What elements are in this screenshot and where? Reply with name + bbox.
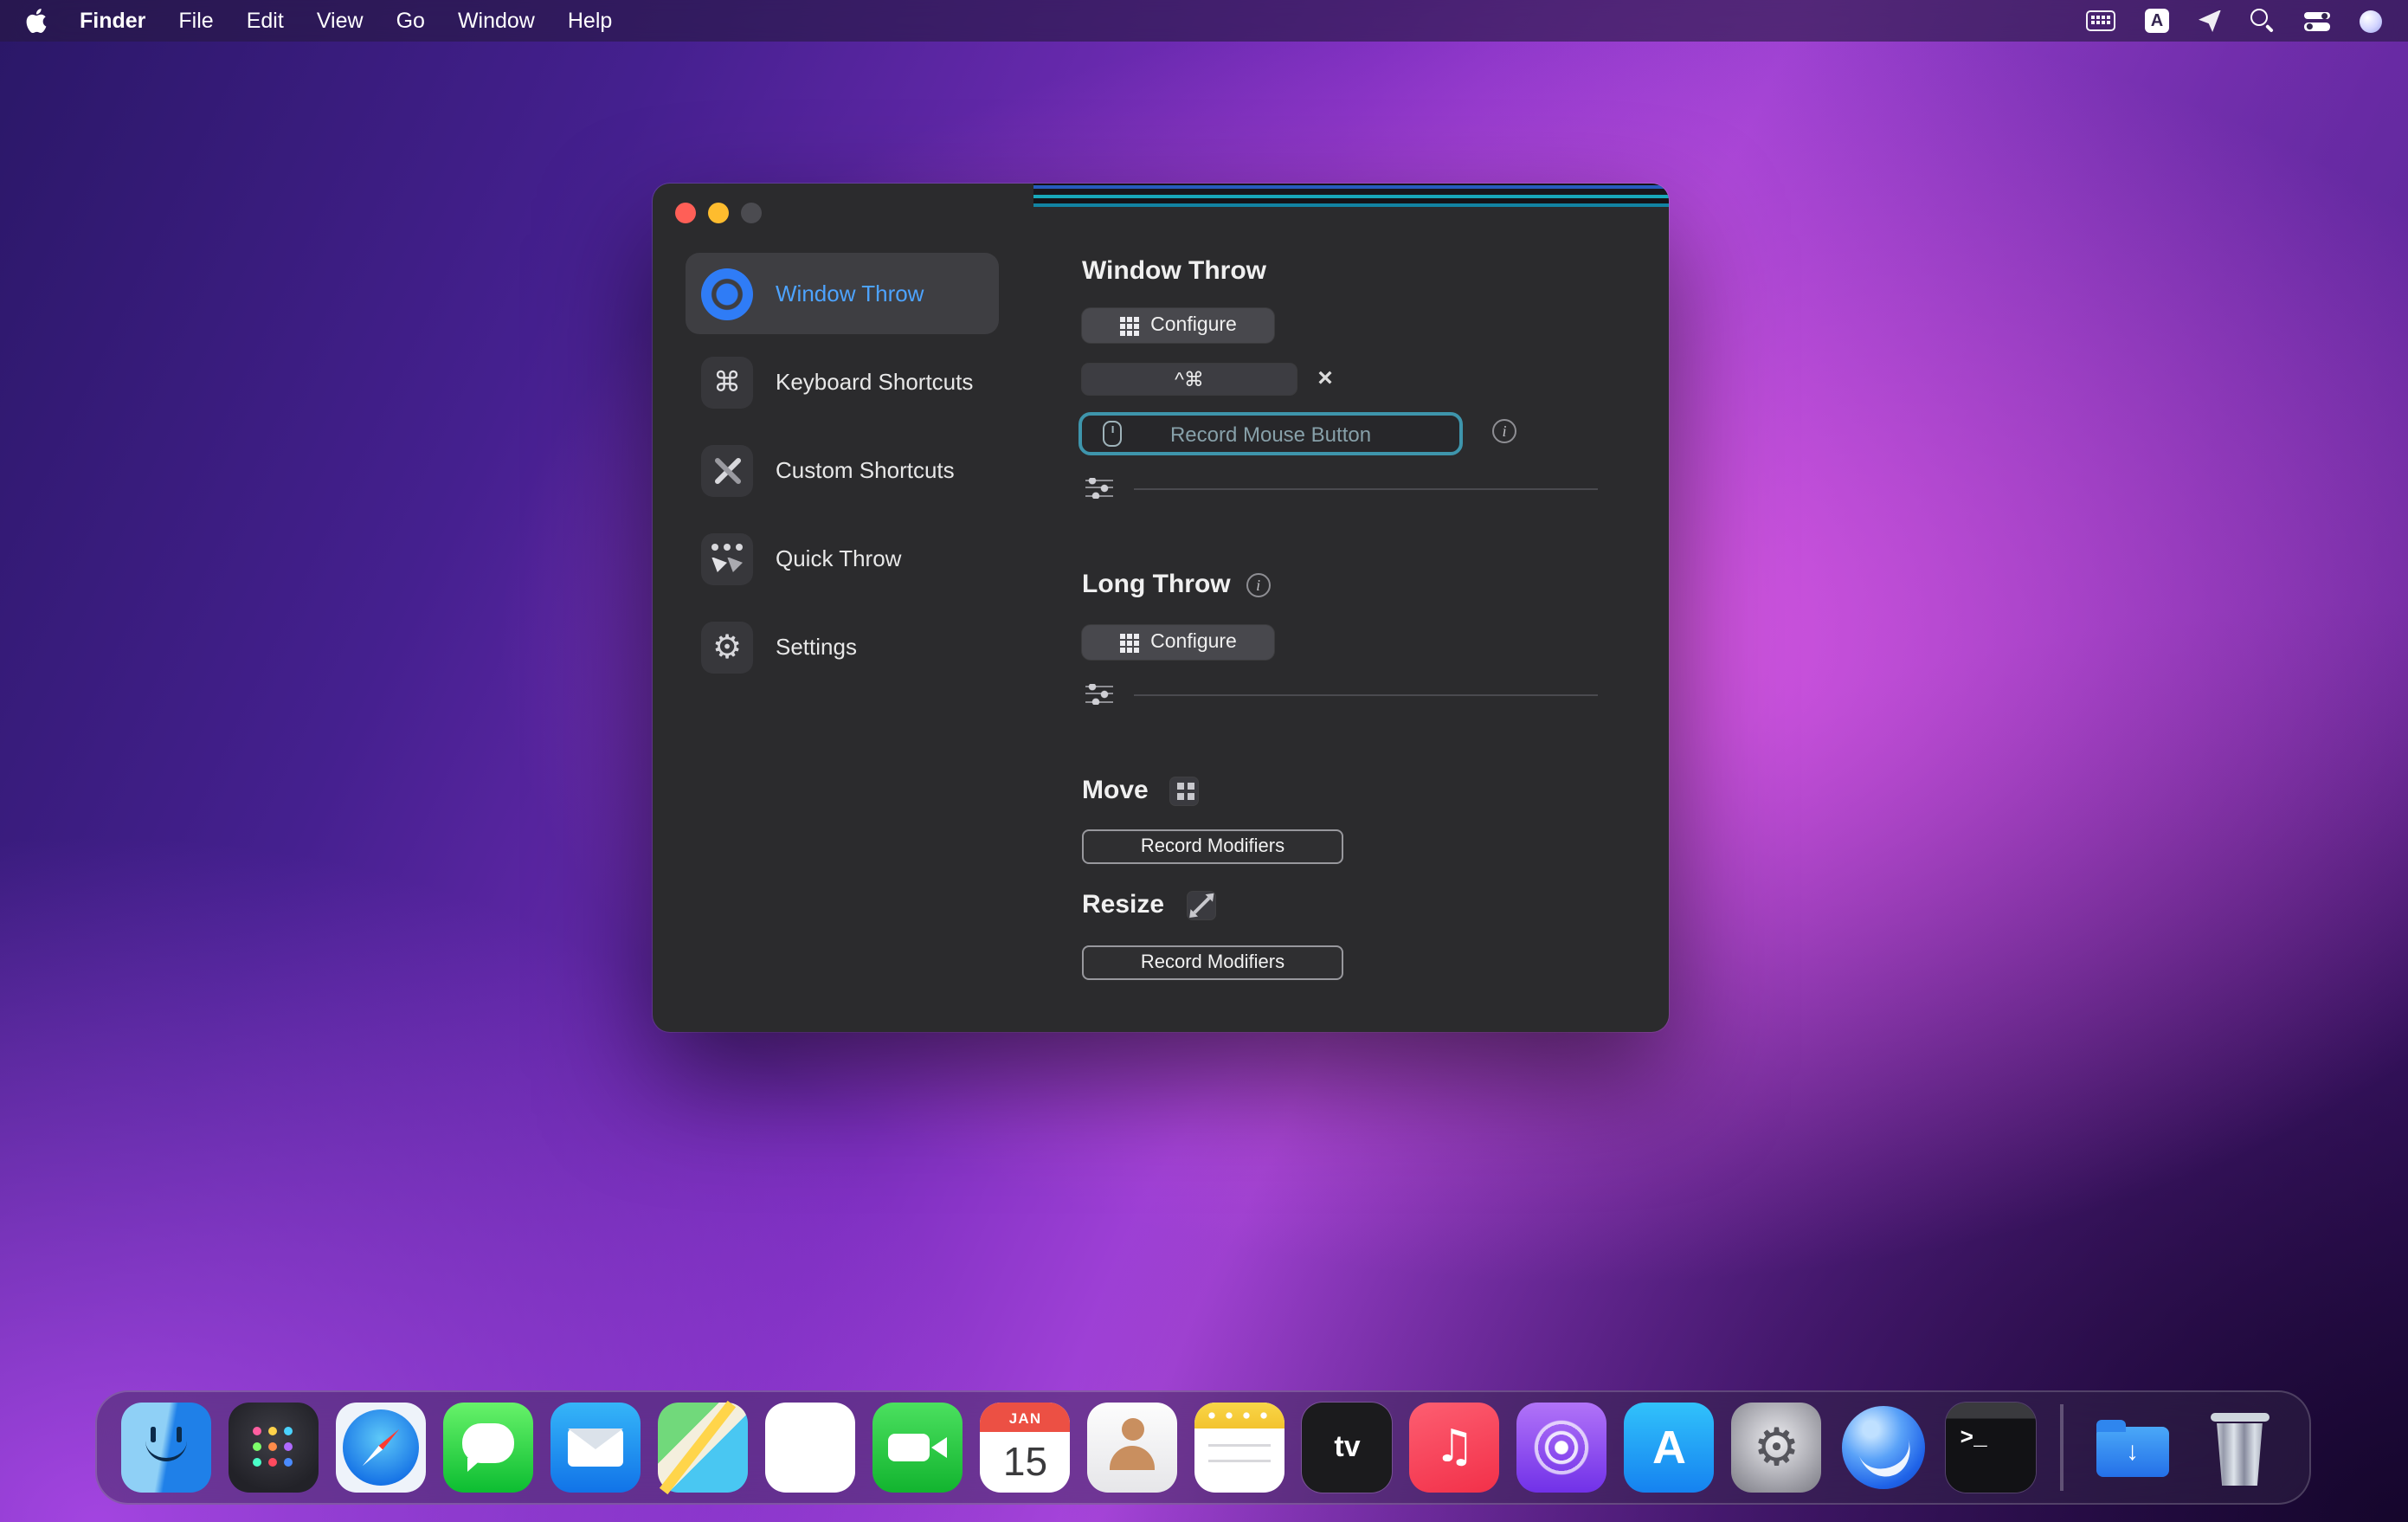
menu-edit[interactable]: Edit [247,9,284,33]
quad-dots [1177,783,1184,790]
zoom-button[interactable] [741,203,762,223]
sidebar-item-label: Settings [776,634,857,660]
menu-window[interactable]: Window [458,9,535,33]
grid-icon [1119,633,1138,652]
dock-calendar-icon[interactable]: JAN 15 [981,1403,1071,1493]
sidebar-item-label: Quick Throw [776,545,901,571]
sidebar-item-quick-throw[interactable]: Quick Throw [686,518,999,599]
target-circle-icon [701,268,753,319]
diagonal-arrow [1192,896,1208,913]
dock-terminal-icon[interactable]: >_ [1947,1403,2037,1493]
menu-file[interactable]: File [178,9,213,33]
input-source-icon[interactable]: A [2145,9,2169,33]
dots-decoration [711,543,718,550]
mouse-icon [1103,421,1122,447]
window-throw-title: Window Throw [1082,256,1266,286]
dock-trash-icon[interactable] [2195,1403,2285,1493]
tv-icon-text: tv [1303,1403,1393,1493]
desktop-wallpaper: Finder File Edit View Go Window Help A W… [0,0,2408,1522]
section-divider [1134,693,1598,695]
dock-separator [2061,1404,2064,1491]
menu-extra-icon[interactable] [2199,10,2221,32]
move-record-modifiers-button[interactable]: Record Modifiers [1082,829,1343,864]
quick-throw-icon [701,532,753,584]
dock-photos-icon[interactable] [766,1403,856,1493]
siri-icon[interactable] [2360,10,2382,32]
resize-record-modifiers-button[interactable]: Record Modifiers [1082,945,1343,980]
dock-window-manager-app-icon[interactable] [1839,1403,1929,1493]
calendar-day-label: 15 [981,1432,1071,1493]
sidebar-item-keyboard-shortcuts[interactable]: Keyboard Shortcuts [686,341,999,422]
window-throw-shortcut-field[interactable]: ^⌘ [1082,364,1297,395]
cursor-arrow-1 [711,557,727,572]
dock-app-store-icon[interactable]: A [1625,1403,1715,1493]
options-sliders-icon[interactable] [1085,478,1113,499]
keyboard-icon[interactable] [2086,10,2115,31]
dock-maps-icon[interactable] [659,1403,749,1493]
configure-button-label: Configure [1150,315,1237,336]
resize-label: Resize [1082,890,1164,919]
control-center-icon[interactable] [2304,11,2330,30]
dock-music-icon[interactable] [1410,1403,1500,1493]
record-mouse-info-icon[interactable] [1492,419,1516,443]
apple-menu-icon[interactable] [26,9,47,33]
app-window: Window Throw Keyboard Shortcuts Custom S… [653,184,1669,1032]
dock-safari-icon[interactable] [337,1403,427,1493]
long-throw-info-icon[interactable] [1246,572,1271,597]
grid-dots [1119,633,1124,638]
sidebar-item-custom-shortcuts[interactable]: Custom Shortcuts [686,429,999,511]
menu-bar: Finder File Edit View Go Window Help A [0,0,2408,42]
dock-system-preferences-icon[interactable] [1732,1403,1822,1493]
sidebar-item-window-throw[interactable]: Window Throw [686,253,999,334]
sidebar-item-settings[interactable]: Settings [686,606,999,687]
dock-notes-icon[interactable] [1195,1403,1285,1493]
move-grid-icon [1171,777,1199,804]
dock-messages-icon[interactable] [444,1403,534,1493]
window-throw-configure-button[interactable]: Configure [1082,308,1274,343]
close-button[interactable] [675,203,696,223]
record-mouse-button-field[interactable]: Record Mouse Button [1078,412,1463,455]
long-throw-title: Long Throw [1082,570,1231,599]
dock-contacts-icon[interactable] [1088,1403,1178,1493]
window-top-stripes-decoration [1033,184,1669,208]
search-icon[interactable] [2250,9,2275,33]
long-throw-configure-button[interactable]: Configure [1082,625,1274,660]
configure-button-label: Configure [1150,632,1237,653]
grid-dots [1119,316,1124,321]
terminal-icon-text: >_ [1961,1425,1987,1451]
menubar-app-name[interactable]: Finder [80,9,145,33]
clear-shortcut-button[interactable] [1309,362,1342,395]
record-mouse-placeholder: Record Mouse Button [1170,422,1371,446]
dock-mail-icon[interactable] [551,1403,641,1493]
cursor-arrow-2 [727,557,743,572]
crossed-tools-icon [701,444,753,496]
calendar-month-label: JAN [981,1403,1071,1432]
sidebar: Window Throw Keyboard Shortcuts Custom S… [686,253,999,687]
grid-icon [1119,316,1138,335]
dock-finder-icon[interactable] [122,1403,212,1493]
dock-tv-icon[interactable]: tv [1303,1403,1393,1493]
dock: JAN 15 tv A >_ [95,1390,2311,1505]
command-key-icon [701,356,753,408]
dock-facetime-icon[interactable] [873,1403,963,1493]
download-arrow-icon [2096,1427,2169,1477]
move-label: Move [1082,776,1149,805]
dock-launchpad-icon[interactable] [229,1403,319,1493]
gear-icon [701,621,753,673]
menu-view[interactable]: View [317,9,364,33]
app-store-icon-text: A [1625,1403,1715,1493]
sidebar-item-label: Keyboard Shortcuts [776,369,973,395]
minimize-button[interactable] [708,203,729,223]
options-sliders-icon[interactable] [1085,684,1113,705]
resize-diagonal-icon [1187,891,1214,919]
menu-help[interactable]: Help [568,9,612,33]
dock-podcasts-icon[interactable] [1517,1403,1607,1493]
dock-downloads-icon[interactable] [2088,1403,2178,1493]
sidebar-item-label: Custom Shortcuts [776,457,955,483]
section-divider [1134,487,1598,489]
sidebar-item-label: Window Throw [776,281,924,306]
menu-go[interactable]: Go [396,9,425,33]
